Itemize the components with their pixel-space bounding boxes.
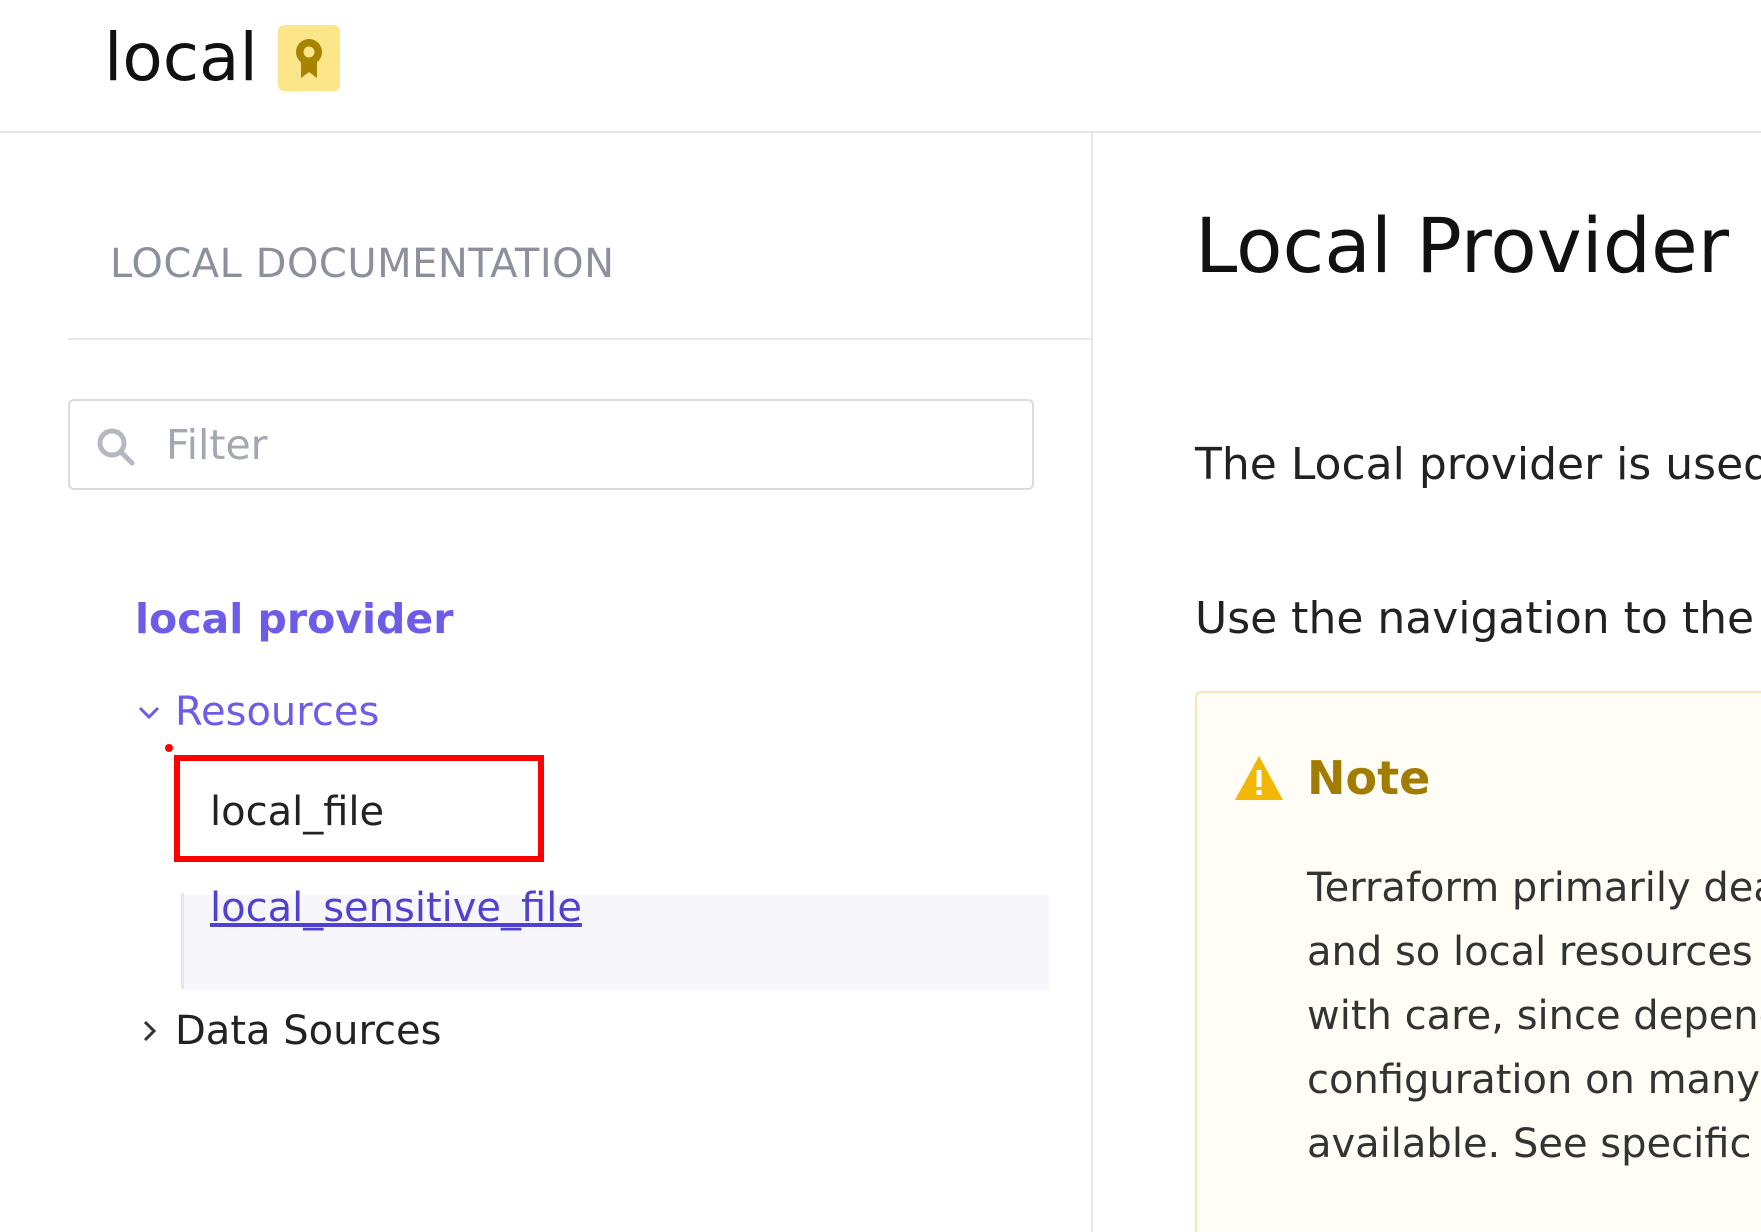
search-icon	[97, 428, 135, 466]
note-callout: Note Terraform primarily deals and so lo…	[1195, 691, 1761, 1232]
nav-resources-label: Resources	[175, 689, 380, 735]
note-line: configuration on many d	[1307, 1057, 1761, 1103]
brand[interactable]: local	[104, 18, 340, 98]
provider-name: local	[104, 19, 258, 96]
chevron-down-icon	[138, 706, 160, 720]
highlight-annotation-box	[174, 755, 544, 862]
nav-local-provider[interactable]: local provider	[135, 595, 453, 643]
sidebar-header: LOCAL DOCUMENTATION	[68, 133, 1093, 340]
intro-paragraph: The Local provider is used t	[1195, 439, 1761, 490]
note-line: Terraform primarily deals	[1307, 865, 1761, 911]
top-bar: local	[0, 0, 1761, 133]
note-title: Note	[1307, 751, 1431, 805]
note-line: available. See specific no	[1307, 1121, 1761, 1167]
nav-data-sources-toggle[interactable]: Data Sources	[135, 1008, 441, 1054]
note-line: and so local resources ca	[1307, 929, 1761, 975]
award-badge-icon	[277, 25, 340, 91]
click-marker-dot	[165, 744, 173, 752]
warning-icon	[1235, 756, 1283, 800]
note-line: with care, since dependin	[1307, 993, 1761, 1039]
nav-resources-toggle[interactable]: Resources	[135, 689, 379, 735]
filter-input[interactable]	[164, 411, 1014, 479]
main-content: Local Provider The Local provider is use…	[1095, 133, 1761, 1232]
filter-box[interactable]	[68, 399, 1034, 490]
page-title: Local Provider	[1195, 201, 1730, 290]
nav-item-local-sensitive-file[interactable]: local_sensitive_file	[210, 885, 582, 931]
sidebar-heading: LOCAL DOCUMENTATION	[110, 241, 615, 287]
nav-data-sources-label: Data Sources	[175, 1008, 442, 1054]
chevron-right-icon	[143, 1020, 157, 1042]
note-header: Note	[1233, 751, 1430, 805]
sidebar: LOCAL DOCUMENTATION local provider Resou…	[0, 133, 1093, 1232]
navigation-paragraph: Use the navigation to the le	[1195, 593, 1761, 644]
nav-tree-rail	[181, 893, 184, 989]
